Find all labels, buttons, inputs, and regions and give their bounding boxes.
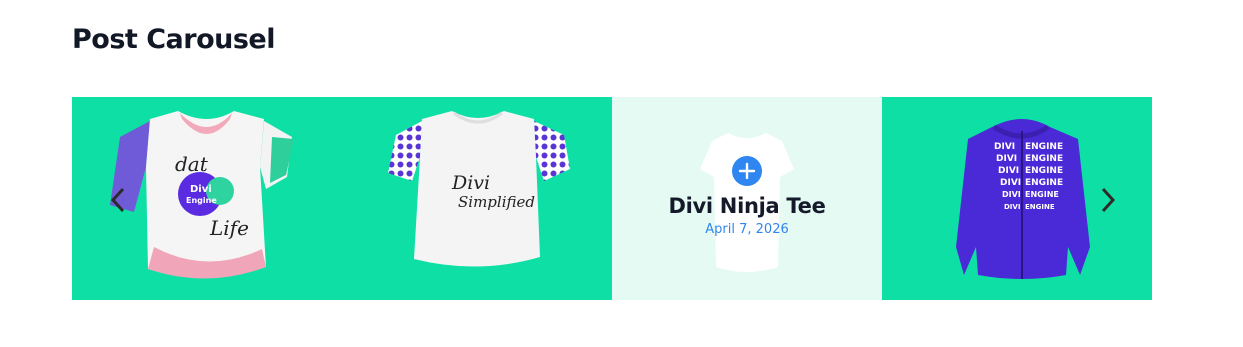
print-text: DIVI bbox=[1004, 203, 1020, 211]
post-carousel: dat Divi Engine Life Divi Simplified Div… bbox=[72, 97, 1152, 300]
carousel-slide[interactable]: Divi Simplified bbox=[342, 97, 612, 300]
print-text: DIVI bbox=[1000, 178, 1021, 188]
print-text: ENGINE bbox=[1025, 154, 1063, 164]
print-text: DIVI bbox=[996, 154, 1017, 164]
print-text: Simplified bbox=[458, 193, 535, 211]
print-text: dat bbox=[175, 152, 209, 176]
print-text: Engine bbox=[186, 196, 217, 205]
tshirt-image: Divi Simplified bbox=[388, 111, 570, 267]
print-text: Divi bbox=[451, 172, 490, 194]
print-text: ENGINE bbox=[1025, 166, 1063, 176]
page-title: Post Carousel bbox=[72, 24, 275, 55]
post-title[interactable]: Divi Ninja Tee bbox=[668, 194, 825, 218]
plus-icon[interactable] bbox=[732, 156, 762, 186]
print-text: ENGINE bbox=[1025, 142, 1063, 152]
carousel-slide-active[interactable]: Divi Ninja Tee April 7, 2026 bbox=[612, 97, 882, 300]
print-text: ENGINE bbox=[1025, 190, 1059, 199]
print-text: DIVI bbox=[1002, 190, 1021, 199]
print-text: Life bbox=[209, 216, 249, 240]
print-text: DIVI bbox=[998, 166, 1019, 176]
post-date: April 7, 2026 bbox=[705, 222, 789, 237]
print-text: ENGINE bbox=[1025, 178, 1063, 188]
chevron-left-icon[interactable] bbox=[106, 186, 130, 214]
chevron-right-icon[interactable] bbox=[1096, 186, 1120, 214]
print-text: Divi bbox=[190, 184, 212, 195]
print-text: DIVI bbox=[994, 142, 1015, 152]
print-text: ENGINE bbox=[1025, 203, 1055, 211]
post-overlay: Divi Ninja Tee April 7, 2026 bbox=[612, 97, 882, 300]
